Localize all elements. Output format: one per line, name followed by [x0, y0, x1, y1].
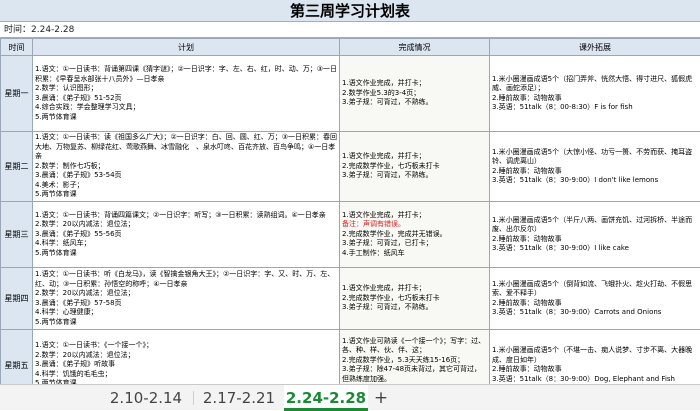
status-cell-line: 2.完成数学作业，5.3天天练15-16页；: [342, 356, 487, 366]
plan-cell-line: 3.晨诵：《弟子规》51-52页: [35, 94, 337, 104]
day-cell[interactable]: 星期三: [1, 202, 33, 268]
extension-cell-line: 1.米小圈漫画成语5个（招门弄斧、恍然大悟、得寸进尺、狐假虎威、画蛇添足）；: [492, 75, 698, 94]
header-status[interactable]: 完成情况: [340, 39, 490, 56]
status-cell-line: 3.弟子规：可背过，不熟练。: [342, 303, 487, 313]
plan-cell-line: 1.语文：①一日读书：背诵四篇课文；②一日识字：听写；③一日积累：读熟组词。④一…: [35, 211, 337, 221]
status-cell[interactable]: 1.语文作业可熟读《一个接一个》；写字：过、各、种、样、伙、伴、这；2.完成数学…: [340, 330, 490, 385]
plan-cell-line: 5.两节体育课: [35, 249, 337, 259]
extension-cell-line: 1.米小圈漫画成语5个（倒背如流、飞蛾扑火、趁火打劫、不假思索、爱不释手）: [492, 280, 698, 299]
status-cell-line: 1.语文作业完成，并打卡；: [342, 79, 487, 89]
plan-cell-line: 3.晨诵：《弟子规》听故事: [35, 360, 337, 370]
plan-row: 星期四1.语文：①一日读书：听《白龙马》，读《智擒金银角大王》；②一日识字：字、…: [1, 268, 700, 330]
sheet-tab-week1[interactable]: 2.10-2.14: [102, 385, 190, 411]
status-note-red: 备注：声调有错误。: [342, 220, 487, 230]
extension-cell-line: 1.米小圈漫画成语5个（半斤八两、画饼充饥、过河拆桥、半途而废、出尔反尔）: [492, 216, 698, 235]
header-time[interactable]: 时间: [1, 39, 33, 56]
extension-cell-line: 2.睡前故事：动物故事: [492, 365, 698, 375]
plan-cell-line: 3.晨诵：《弟子规》55-56页: [35, 230, 337, 240]
plan-cell-line: 1.语文：①一日读书：读《祖国多么广大》；②一日识字：白、回、圆、红、万；③一日…: [35, 133, 337, 162]
status-cell-line: 2.完成数学作业，完成并无错误。: [342, 230, 487, 240]
plan-cell-line: 1.语文：①一日读书：背诵第四课《猜字谜》；②一日识字：字、左、右、红，时、动、…: [35, 65, 337, 84]
plan-cell-line: 4.科学：纸风车；: [35, 239, 337, 249]
extension-cell-line: 2.睡前故事：动物故事: [492, 94, 698, 104]
extension-cell[interactable]: 1.米小圈漫画成语5个（不堪一击、痴人说梦、寸步不离、大器晚成、度日如年）2.睡…: [490, 330, 700, 385]
extension-cell[interactable]: 1.米小圈漫画成语5个（大惊小怪、功亏一篑、不劳而获、掩耳盗铃、调虎离山）2.睡…: [490, 132, 700, 202]
status-cell-line: 2.数学作业5.3的3-4页；: [342, 89, 487, 99]
plan-cell-line: 4.科学：心理健康；: [35, 308, 337, 318]
extension-cell-line: 1.米小圈漫画成语5个（不堪一击、痴人说梦、寸步不离、大器晚成、度日如年）: [492, 346, 698, 365]
day-cell[interactable]: 星期二: [1, 132, 33, 202]
plan-cell-line: 5.两节体育课: [35, 113, 337, 123]
status-cell-line: 1.语文作业可熟读《一个接一个》；写字：过、各、种、样、伙、伴、这；: [342, 337, 487, 356]
status-cell-line: 4.手工制作：纸风车: [342, 249, 487, 259]
day-cell[interactable]: 星期四: [1, 268, 33, 330]
extension-cell-line: 2.睡前故事：动物故事: [492, 167, 698, 177]
extension-cell-line: 2.睡前故事：动物故事: [492, 299, 698, 309]
status-cell[interactable]: 1.语文作业完成，并打卡；2.数学作业5.3的3-4页；3.弟子规：可背过，不熟…: [340, 56, 490, 132]
plan-cell-line: 2.数学：20以内减法：退位法；: [35, 351, 337, 361]
day-cell[interactable]: 星期五: [1, 330, 33, 385]
status-cell-line: 1.语文作业完成，并打卡；: [342, 284, 487, 294]
header-plan[interactable]: 计划: [33, 39, 340, 56]
extension-cell[interactable]: 1.米小圈漫画成语5个（招门弄斧、恍然大悟、得寸进尺、狐假虎威、画蛇添足）；2.…: [490, 56, 700, 132]
status-cell-line: 2.完成数学作业，七巧板未打卡: [342, 162, 487, 172]
date-range-cell[interactable]: 时间：2.24-2.28: [0, 22, 700, 38]
status-cell-line: 3.弟子规：除47-48页未背过，其它可背过，但熟练度加强。: [342, 365, 487, 384]
status-cell[interactable]: 1.语文作业完成，并打卡；备注：声调有错误。2.完成数学作业，完成并无错误。3.…: [340, 202, 490, 268]
status-cell-line: 3.弟子规：可背过，不熟练。: [342, 98, 487, 108]
plan-cell-line: 4.综合实践：学会整理学习文具；: [35, 103, 337, 113]
plan-cell[interactable]: 1.语文：①一日读书：背诵第四课《猜字谜》；②一日识字：字、左、右、红，时、动、…: [33, 56, 340, 132]
plan-cell-line: 2.数学：20以内减法：退位法；: [35, 220, 337, 230]
plan-cell-line: 1.语文：①一日读书：听《白龙马》，读《智擒金银角大王》；②一日识字：字、又、时…: [35, 270, 337, 289]
tab-divider: [193, 391, 194, 405]
plan-cell-line: 1.语文：①一日读书：《一个接一个》；: [35, 341, 337, 351]
status-cell[interactable]: 1.语文作业完成，并打卡；2.完成数学作业，七巧板未打卡3.弟子规：可背过，不熟…: [340, 132, 490, 202]
extension-cell-line: 2.睡前故事：动物故事: [492, 235, 698, 245]
plan-cell-line: 2.数学：制作七巧板；: [35, 162, 337, 172]
sheet-tab-week2[interactable]: 2.17-2.21: [196, 385, 282, 411]
status-cell-line: 3.弟子规：可背过，已打卡；: [342, 239, 487, 249]
sheet-tab-bar: 2.10-2.14 2.17-2.21 2.24-2.28 +: [0, 384, 700, 410]
plan-row: 星期五1.语文：①一日读书：《一个接一个》；2.数学：20以内减法：退位法；3.…: [1, 330, 700, 385]
extension-cell[interactable]: 1.米小圈漫画成语5个（倒背如流、飞蛾扑火、趁火打劫、不假思索、爱不释手）2.睡…: [490, 268, 700, 330]
status-cell-line: 3.弟子规：可背过，不熟练。: [342, 171, 487, 181]
plan-row: 星期一1.语文：①一日读书：背诵第四课《猜字谜》；②一日识字：字、左、右、红，时…: [1, 56, 700, 132]
day-cell[interactable]: 星期一: [1, 56, 33, 132]
extension-cell-line: 3.英语：51talk（8：00-8:30）F is for fish: [492, 103, 698, 113]
status-cell-line: 1.语文作业完成，并打卡；: [342, 152, 487, 162]
sheet-tab-week3-active[interactable]: 2.24-2.28: [284, 385, 368, 411]
plan-cell-line: 2.数学：认识图形；: [35, 84, 337, 94]
spreadsheet: 第三周学习计划表 时间：2.24-2.28 时间 计划 完成情况 课外拓展 星期…: [0, 0, 700, 384]
extension-cell[interactable]: 1.米小圈漫画成语5个（半斤八两、画饼充饥、过河拆桥、半途而废、出尔反尔）2.睡…: [490, 202, 700, 268]
status-cell[interactable]: 1.语文作业完成，并打卡；2.完成数学作业，七巧板未打卡3.弟子规：可背过，不熟…: [340, 268, 490, 330]
plan-cell-line: 4.美术：影子；: [35, 181, 337, 191]
plan-cell-line: 4.科学：饥饿的毛毛虫；: [35, 370, 337, 380]
plan-cell-line: 3.晨诵：《弟子规》57-58页: [35, 299, 337, 309]
extension-cell-line: 3.英语：51talk（8：30-9:00）I don't like lemon…: [492, 176, 698, 186]
plan-cell[interactable]: 1.语文：①一日读书：听《白龙马》，读《智擒金银角大王》；②一日识字：字、又、时…: [33, 268, 340, 330]
extension-cell-line: 3.英语：51talk（8：30-9:00）I like cake: [492, 244, 698, 254]
plan-row: 星期三1.语文：①一日读书：背诵四篇课文；②一日识字：听写；③一日积累：读熟组词…: [1, 202, 700, 268]
plan-cell[interactable]: 1.语文：①一日读书：《一个接一个》；2.数学：20以内减法：退位法；3.晨诵：…: [33, 330, 340, 385]
extension-cell-line: 1.米小圈漫画成语5个（大惊小怪、功亏一篑、不劳而获、掩耳盗铃、调虎离山）: [492, 148, 698, 167]
extension-cell-line: 3.英语：51talk（8：30-9:00）Carrots and Onions: [492, 308, 698, 318]
plan-cell[interactable]: 1.语文：①一日读书：读《祖国多么广大》；②一日识字：白、回、圆、红、万；③一日…: [33, 132, 340, 202]
status-cell-line: 1.语文作业完成，并打卡；: [342, 211, 487, 221]
add-sheet-icon[interactable]: +: [370, 385, 392, 411]
plan-table: 时间 计划 完成情况 课外拓展 星期一1.语文：①一日读书：背诵第四课《猜字谜》…: [0, 38, 700, 384]
plan-cell[interactable]: 1.语文：①一日读书：背诵四篇课文；②一日识字：听写；③一日积累：读熟组词。④一…: [33, 202, 340, 268]
status-cell-line: 2.完成数学作业，七巧板未打卡: [342, 294, 487, 304]
plan-cell-line: 2.数学：20以内减法：退位法；: [35, 289, 337, 299]
plan-cell-line: 3.晨诵：《弟子规》53-54页: [35, 171, 337, 181]
header-row: 时间 计划 完成情况 课外拓展: [1, 39, 700, 56]
header-extension[interactable]: 课外拓展: [490, 39, 700, 56]
extension-cell-line: 3.英语：51talk（8：30-9:00）Dog, Elephant and …: [492, 375, 698, 385]
plan-cell-line: 5.两节体育课: [35, 190, 337, 200]
sheet-title[interactable]: 第三周学习计划表: [0, 0, 700, 22]
plan-cell-line: 5.两节体育课: [35, 318, 337, 328]
plan-row: 星期二1.语文：①一日读书：读《祖国多么广大》；②一日识字：白、回、圆、红、万；…: [1, 132, 700, 202]
